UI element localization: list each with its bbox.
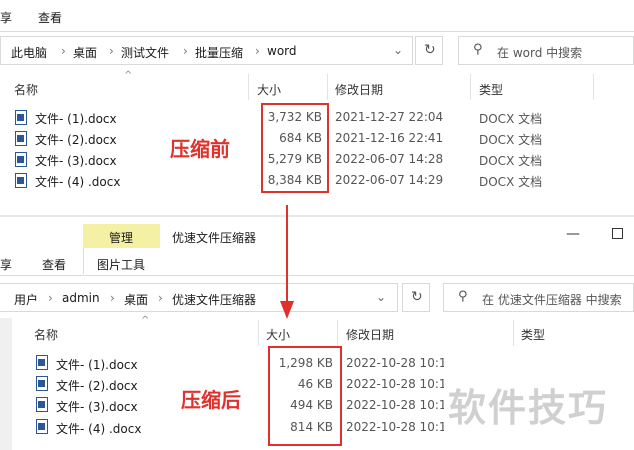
word-doc-icon (36, 397, 48, 412)
chevron-right-icon: › (158, 291, 163, 305)
menu-view[interactable]: 查看 (42, 256, 66, 273)
column-header-type[interactable]: 类型 (479, 81, 503, 98)
breadcrumb-item[interactable]: 测试文件 (121, 44, 169, 61)
breadcrumb-item[interactable]: 桌面 (124, 291, 148, 308)
file-name: 文件- (2).docx (35, 133, 117, 147)
chevron-right-icon: › (61, 44, 66, 58)
highlight-box (268, 346, 342, 446)
column-header-date[interactable]: 修改日期 (335, 81, 383, 98)
address-bar[interactable]: 此电脑 › 桌面 › 测试文件 › 批量压缩 › word ⌄ (0, 36, 413, 65)
minimize-icon[interactable]: — (566, 226, 580, 242)
search-placeholder: 在 优速文件压缩器 中搜索 (482, 293, 622, 307)
file-date: 2022-10-28 10:19 (346, 420, 444, 434)
file-date: 2021-12-16 22:41 (335, 131, 444, 145)
breadcrumb-item[interactable]: 优速文件压缩器 (172, 291, 256, 308)
word-doc-icon (15, 110, 27, 125)
word-doc-icon (36, 355, 48, 370)
breadcrumb-item[interactable]: word (267, 44, 297, 58)
column-header-name[interactable]: 名称 (34, 326, 58, 343)
file-date: 2022-06-07 14:28 (335, 152, 444, 166)
file-type: DOCX 文档 (479, 133, 543, 147)
breadcrumb-item[interactable]: 用户 (14, 291, 38, 308)
search-input[interactable]: ⚲ 在 word 中搜索 (458, 36, 634, 65)
file-date: 2022-10-28 10:19 (346, 356, 444, 370)
chevron-right-icon: › (255, 44, 260, 58)
menu-share[interactable]: 享 (0, 256, 12, 273)
word-doc-icon (15, 152, 27, 167)
word-doc-icon (36, 419, 48, 434)
watermark: 软件技巧 (448, 386, 609, 430)
chevron-down-icon[interactable]: ⌄ (376, 290, 386, 304)
chevron-right-icon: › (183, 44, 188, 58)
sort-up-icon: ^ (141, 315, 150, 326)
column-header-size[interactable]: 大小 (257, 81, 281, 98)
file-name: 文件- (1).docx (56, 358, 138, 372)
down-arrow-icon (280, 205, 294, 319)
search-placeholder: 在 word 中搜索 (497, 46, 583, 60)
menu-share[interactable]: 享 (0, 9, 12, 26)
search-input[interactable]: ⚲ 在 优速文件压缩器 中搜索 (443, 283, 634, 312)
annotation-before: 压缩前 (170, 137, 230, 161)
highlight-box (261, 103, 329, 193)
word-doc-icon (15, 131, 27, 146)
window-title: 优速文件压缩器 (172, 231, 257, 245)
search-icon: ⚲ (458, 289, 468, 304)
file-name: 文件- (3).docx (56, 400, 138, 414)
file-name: 文件- (2).docx (56, 379, 138, 393)
ribbon-manage-label: 管理 (109, 231, 134, 245)
file-name: 文件- (3).docx (35, 154, 117, 168)
chevron-right-icon: › (109, 44, 114, 58)
annotation-after: 压缩后 (181, 388, 241, 412)
column-header-name[interactable]: 名称 (14, 81, 38, 98)
menu-view[interactable]: 查看 (38, 9, 62, 26)
chevron-right-icon: › (110, 291, 115, 305)
breadcrumb-item[interactable]: 批量压缩 (195, 44, 243, 61)
column-header-date[interactable]: 修改日期 (346, 326, 394, 343)
column-header-type[interactable]: 类型 (521, 326, 545, 343)
ribbon-manage-tab[interactable]: 管理 (83, 224, 160, 248)
file-type: DOCX 文档 (479, 175, 543, 189)
refresh-icon: ↻ (424, 42, 436, 58)
refresh-button[interactable]: ↻ (415, 36, 443, 65)
menu-picture-tools[interactable]: 图片工具 (97, 256, 145, 273)
maximize-icon[interactable] (612, 228, 623, 239)
nav-pane-edge (0, 318, 12, 450)
search-icon: ⚲ (473, 42, 483, 57)
file-date: 2022-06-07 14:29 (335, 173, 444, 187)
file-name: 文件- (1).docx (35, 112, 117, 126)
breadcrumb-item[interactable]: admin (62, 291, 100, 305)
address-bar[interactable]: 用户 › admin › 桌面 › 优速文件压缩器 ⌄ (0, 283, 398, 312)
column-header-size[interactable]: 大小 (266, 326, 290, 343)
chevron-down-icon[interactable]: ⌄ (393, 43, 403, 57)
file-name: 文件- (4) .docx (56, 422, 142, 436)
file-name: 文件- (4) .docx (35, 175, 121, 189)
breadcrumb-item[interactable]: 桌面 (73, 44, 97, 61)
refresh-icon: ↻ (411, 289, 423, 305)
refresh-button[interactable]: ↻ (402, 283, 430, 312)
file-date: 2021-12-27 22:04 (335, 110, 444, 124)
breadcrumb-item[interactable]: 此电脑 (11, 44, 47, 61)
chevron-right-icon: › (48, 291, 53, 305)
file-type: DOCX 文档 (479, 154, 543, 168)
word-doc-icon (36, 376, 48, 391)
sort-up-icon: ^ (124, 70, 133, 81)
file-date: 2022-10-28 10:19 (346, 398, 444, 412)
word-doc-icon (15, 173, 27, 188)
file-type: DOCX 文档 (479, 112, 543, 126)
file-date: 2022-10-28 10:19 (346, 377, 444, 391)
